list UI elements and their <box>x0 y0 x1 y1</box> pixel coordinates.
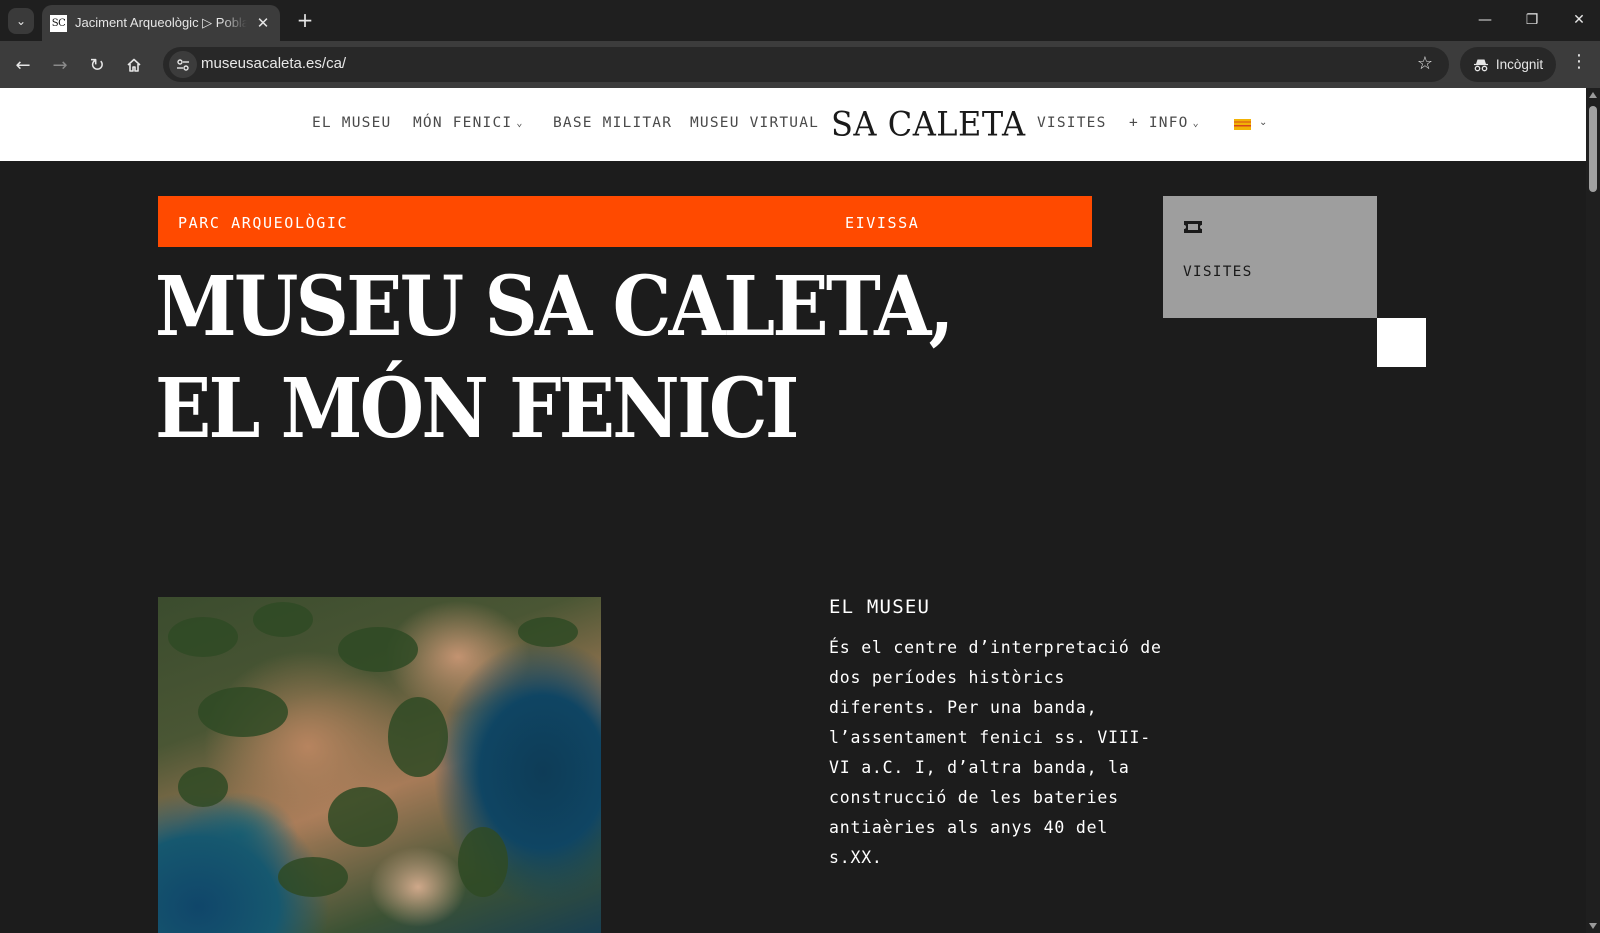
site-header: EL MUSEU MÓN FENICI ⌄ BASE MILITAR MUSEU … <box>0 88 1586 161</box>
hero-band: PARC ARQUEOLÒGIC EIVISSA <box>158 196 1092 247</box>
url-text: museusacaleta.es/ca/ <box>201 55 347 72</box>
new-tab-button[interactable]: + <box>293 8 317 32</box>
tab-title: Jaciment Arqueològic ▷ Poblat <box>75 15 247 30</box>
incognito-profile-button[interactable]: Incògnit <box>1460 47 1556 82</box>
museu-text-line: s.XX. <box>829 848 883 867</box>
hero-title: MUSEU SA CALETA, EL MÓN FENICI <box>155 256 954 460</box>
nav-base-militar[interactable]: BASE MILITAR <box>553 115 672 131</box>
museu-heading: EL MUSEU <box>829 596 931 618</box>
visites-card[interactable]: VISITES <box>1163 196 1377 318</box>
museu-text-line: antiaèries als anys 40 del <box>829 818 1109 837</box>
browser-toolbar: ← → ↻ museusacaleta.es/ca/ ☆ Incògnit ⋮ <box>0 41 1600 88</box>
nav-museu-virtual[interactable]: MUSEU VIRTUAL <box>690 115 819 131</box>
nav-info[interactable]: + INFO ⌄ <box>1129 115 1200 131</box>
ticket-icon <box>1184 221 1202 233</box>
scroll-down-arrow-icon[interactable] <box>1589 923 1597 929</box>
reload-button[interactable]: ↻ <box>83 51 111 79</box>
nav-el-museu[interactable]: EL MUSEU <box>312 115 391 131</box>
active-tab[interactable]: SC Jaciment Arqueològic ▷ Poblat ✕ <box>42 5 280 41</box>
tab-search-button[interactable]: ⌄ <box>8 8 34 34</box>
incognito-label: Incògnit <box>1495 57 1544 72</box>
back-button[interactable]: ← <box>9 51 37 79</box>
incognito-icon <box>1473 59 1488 71</box>
museu-text-line: construcció de les bateries <box>829 788 1119 807</box>
museu-text-line: VI a.C. I, d’altra banda, la <box>829 758 1130 777</box>
restore-icon[interactable]: ❐ <box>1518 8 1546 32</box>
home-icon <box>127 58 141 72</box>
nav-mon-fenici-label: MÓN FENICI <box>413 115 513 131</box>
chevron-down-icon[interactable]: ⌄ <box>1259 117 1267 128</box>
arrow-right-icon: → <box>52 54 68 76</box>
bookmark-star-icon[interactable]: ☆ <box>1417 53 1433 74</box>
language-flag-icon[interactable] <box>1234 119 1251 130</box>
forward-button[interactable]: → <box>46 51 74 79</box>
page-scrollbar[interactable] <box>1586 88 1600 933</box>
visites-card-label: VISITES <box>1183 264 1253 280</box>
more-vertical-icon: ⋮ <box>1570 51 1588 72</box>
minimize-icon[interactable]: — <box>1471 8 1499 32</box>
museu-description: És el centre d’interpretació de dos perí… <box>829 633 1162 873</box>
close-window-icon[interactable]: ✕ <box>1565 8 1593 32</box>
decorative-square <box>1377 318 1426 367</box>
museu-text-line: l’assentament fenici ss. VIII- <box>829 728 1152 747</box>
museu-text-line: És el centre d’interpretació de <box>829 638 1162 657</box>
museu-text-line: dos períodes històrics <box>829 668 1066 687</box>
nav-mon-fenici[interactable]: MÓN FENICI ⌄ <box>413 115 524 131</box>
site-info-button[interactable] <box>169 51 197 78</box>
chevron-down-icon: ⌄ <box>1192 118 1200 129</box>
browser-menu-button[interactable]: ⋮ <box>1568 51 1590 72</box>
home-button[interactable] <box>120 51 148 79</box>
band-label-left: PARC ARQUEOLÒGIC <box>178 214 349 232</box>
close-tab-icon[interactable]: ✕ <box>254 14 272 32</box>
scroll-up-arrow-icon[interactable] <box>1589 92 1597 98</box>
band-label-right: EIVISSA <box>845 214 920 232</box>
reload-icon: ↻ <box>89 54 105 76</box>
scroll-thumb[interactable] <box>1589 106 1597 192</box>
favicon-icon: SC <box>50 14 67 32</box>
chevron-down-icon: ⌄ <box>516 118 524 129</box>
hero-title-line-2: EL MÓN FENICI <box>155 361 799 457</box>
arrow-left-icon: ← <box>15 54 31 76</box>
chevron-down-icon: ⌄ <box>15 14 27 28</box>
hero-title-line-1: MUSEU SA CALETA, <box>155 259 954 355</box>
browser-tab-bar: ⌄ SC Jaciment Arqueològic ▷ Poblat ✕ + —… <box>0 0 1600 41</box>
site-logo[interactable]: SA CALETA <box>831 104 1026 144</box>
tune-icon <box>177 58 189 71</box>
museu-text-line: diferents. Per una banda, <box>829 698 1098 717</box>
web-page: EL MUSEU MÓN FENICI ⌄ BASE MILITAR MUSEU … <box>0 88 1586 933</box>
aerial-photo <box>158 597 601 933</box>
address-bar[interactable]: museusacaleta.es/ca/ ☆ <box>163 47 1449 82</box>
nav-visites[interactable]: VISITES <box>1037 115 1107 131</box>
nav-info-label: + INFO <box>1129 115 1189 131</box>
